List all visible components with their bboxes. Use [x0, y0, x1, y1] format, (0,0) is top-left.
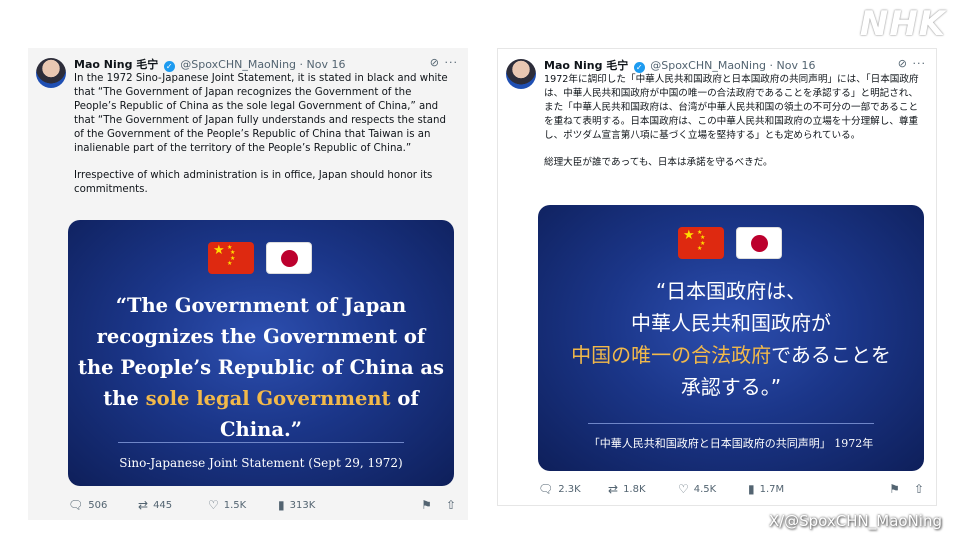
like-count: 1.5K — [223, 499, 247, 511]
repost-button[interactable]: ⇄ 445 — [138, 498, 208, 512]
quote-highlight: 中国の唯一の合法政府 — [571, 343, 772, 367]
view-count: 1.7M — [759, 483, 785, 495]
tweet-image[interactable]: ★ ★ ★ ★ ★ “The Government of Japan recog… — [68, 220, 454, 486]
tweet-paragraph: In the 1972 Sino-Japanese Joint Statemen… — [74, 73, 448, 154]
avatar[interactable] — [506, 59, 536, 89]
author-name[interactable]: Mao Ning 毛宁 — [544, 59, 628, 72]
tweet-english: Mao Ning 毛宁 ✓ @SpoxCHN_MaoNing · Nov 16 … — [28, 48, 468, 520]
avatar[interactable] — [36, 58, 66, 88]
verified-badge-icon: ✓ — [633, 62, 645, 73]
tweet-header: Mao Ning 毛宁 ✓ @SpoxCHN_MaoNing · Nov 16 … — [74, 56, 458, 72]
grok-icon[interactable]: ⊘ — [898, 57, 908, 70]
repost-icon: ⇄ — [608, 482, 619, 496]
like-button[interactable]: ♡ 1.5K — [208, 498, 278, 512]
tweet-japanese: Mao Ning 毛宁 ✓ @SpoxCHN_MaoNing · Nov 16 … — [497, 48, 937, 506]
like-icon: ♡ — [208, 498, 219, 512]
tweet-paragraph: 総理大臣が誰であっても、日本は承諾を守るべきだ。 — [544, 157, 773, 168]
image-caption: 「中華人民共和国政府と日本国政府の共同声明」 1972年 — [588, 437, 874, 450]
japan-flag-icon — [736, 227, 782, 259]
tweet-actions: 🗨 2.3K ⇄ 1.8K ♡ 4.5K ▮ 1.7M ⚑ ⇧ — [538, 481, 924, 497]
author-handle[interactable]: @SpoxCHN_MaoNing — [180, 58, 296, 71]
tweet-paragraph: Irrespective of which administration is … — [74, 170, 433, 195]
grok-icon[interactable]: ⊘ — [430, 56, 440, 69]
share-icon[interactable]: ⇧ — [446, 498, 456, 512]
reply-button[interactable]: 🗨 506 — [68, 498, 138, 512]
image-caption: Sino-Japanese Joint Statement (Sept 29, … — [119, 456, 403, 470]
more-menu-icon[interactable]: ··· — [913, 57, 927, 70]
reply-button[interactable]: 🗨 2.3K — [538, 482, 608, 496]
repost-count: 1.8K — [623, 483, 646, 495]
tweet-actions: 🗨 506 ⇄ 445 ♡ 1.5K ▮ 313K ⚑ ⇧ — [68, 497, 456, 513]
view-count: 313K — [289, 499, 316, 511]
views-icon: ▮ — [278, 498, 285, 512]
japan-flag-icon — [266, 242, 312, 274]
share-icon[interactable]: ⇧ — [914, 482, 924, 496]
repost-count: 445 — [153, 499, 173, 511]
more-menu-icon[interactable]: ··· — [445, 56, 459, 69]
quote-highlight: sole legal Government — [145, 387, 391, 410]
china-flag-icon: ★ ★ ★ ★ ★ — [208, 242, 254, 274]
image-quote: “日本国政府は、 中華人民共和国政府が 中国の唯一の合法政府であることを 承認す… — [571, 279, 891, 399]
tweet-header: Mao Ning 毛宁 ✓ @SpoxCHN_MaoNing · Nov 16 … — [544, 57, 926, 73]
like-icon: ♡ — [678, 482, 689, 496]
verified-badge-icon: ✓ — [163, 61, 175, 72]
tweet-image[interactable]: ★ ★ ★ ★ ★ “日本国政府は、 中華人民共和国政府が 中国の唯一の合法政府… — [538, 205, 924, 471]
tweet-actions-end: ⚑ ⇧ — [421, 498, 456, 512]
reply-icon: 🗨 — [538, 482, 554, 496]
tweet-text: 1972年に調印した「中華人民共和国政府と日本国政府の共同声明」には、「日本国政… — [544, 73, 924, 183]
divider — [588, 423, 874, 424]
reply-count: 506 — [88, 499, 108, 511]
author-handle[interactable]: @SpoxCHN_MaoNing — [650, 59, 766, 72]
tweet-date[interactable]: · Nov 16 — [300, 58, 346, 71]
views-button[interactable]: ▮ 313K — [278, 498, 348, 512]
tweet-paragraph: 1972年に調印した「中華人民共和国政府と日本国政府の共同声明」には、「日本国政… — [544, 74, 919, 141]
china-flag-icon: ★ ★ ★ ★ ★ — [678, 227, 724, 259]
bookmark-icon[interactable]: ⚑ — [889, 482, 900, 496]
reply-icon: 🗨 — [68, 498, 84, 512]
views-icon: ▮ — [748, 482, 755, 496]
source-credit: X/@SpoxCHN_MaoNing — [768, 512, 942, 530]
author-name[interactable]: Mao Ning 毛宁 — [74, 58, 158, 71]
divider — [118, 442, 404, 443]
repost-button[interactable]: ⇄ 1.8K — [608, 482, 678, 496]
like-count: 4.5K — [693, 483, 717, 495]
tweet-date[interactable]: · Nov 16 — [770, 59, 816, 72]
image-quote: “The Government of Japan recognizes the … — [78, 294, 444, 441]
like-button[interactable]: ♡ 4.5K — [678, 482, 748, 496]
tweet-actions-end: ⚑ ⇧ — [889, 482, 924, 496]
flags: ★ ★ ★ ★ ★ — [678, 227, 924, 259]
repost-icon: ⇄ — [138, 498, 149, 512]
flags: ★ ★ ★ ★ ★ — [208, 242, 454, 274]
bookmark-icon[interactable]: ⚑ — [421, 498, 432, 512]
reply-count: 2.3K — [558, 483, 581, 495]
views-button[interactable]: ▮ 1.7M — [748, 482, 818, 496]
nhk-logo: NHK — [859, 4, 946, 44]
tweet-text: In the 1972 Sino-Japanese Joint Statemen… — [74, 72, 456, 210]
